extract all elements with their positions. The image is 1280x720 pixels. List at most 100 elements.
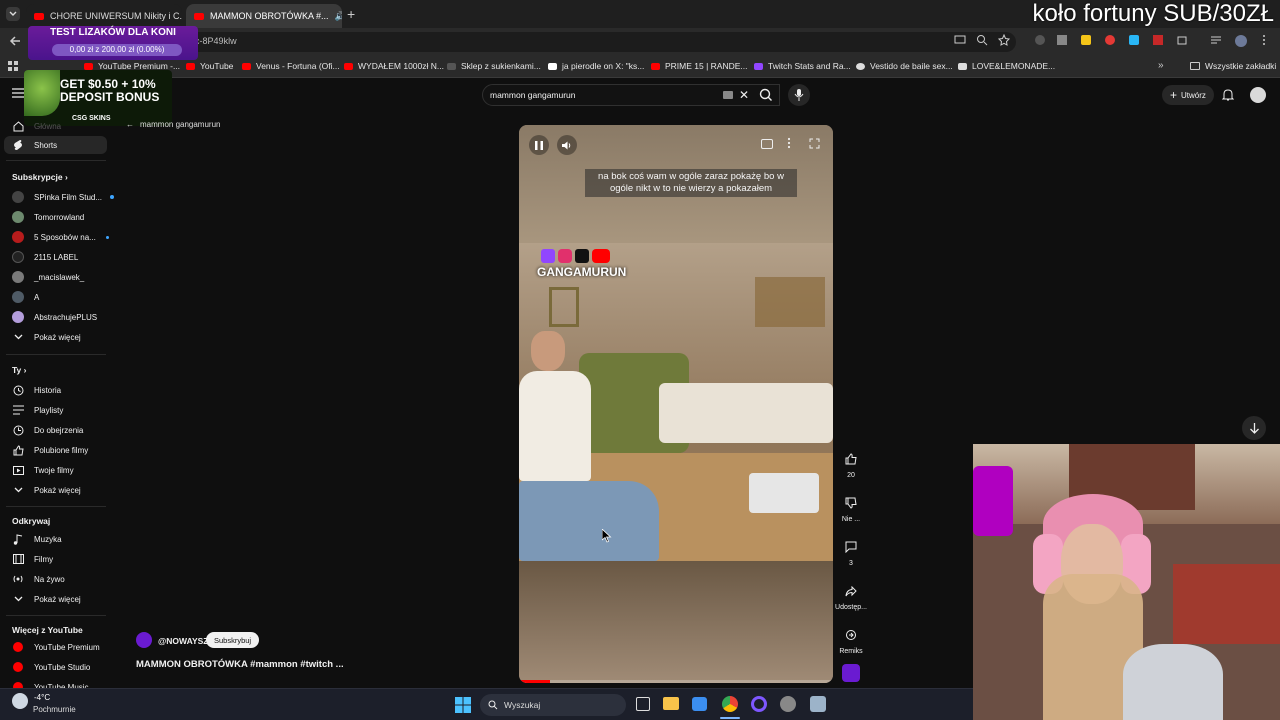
bookmark-item[interactable]: Twitch Stats and Ra... (754, 61, 851, 71)
zoom-icon[interactable] (976, 34, 992, 50)
next-video-button[interactable] (1242, 416, 1266, 440)
sidebar-show-more-explore[interactable]: Pokaż więcej (12, 590, 81, 608)
sidebar-item-subscription[interactable]: Tomorrowland (12, 208, 84, 226)
voice-search-icon[interactable] (788, 84, 810, 106)
obs-icon[interactable] (751, 696, 767, 712)
search-button[interactable] (752, 84, 782, 106)
sidebar-item-playlists[interactable]: Playlisty (12, 401, 63, 419)
more-options-icon[interactable] (787, 137, 791, 149)
subscribe-button[interactable]: Subskrybuj (206, 632, 260, 648)
menu-kebab-icon[interactable] (1258, 34, 1274, 50)
keyboard-icon[interactable] (723, 91, 733, 99)
subscriptions-heading[interactable]: Subskrypcje › (12, 172, 68, 182)
bookmark-star-icon[interactable] (998, 34, 1014, 50)
extension-icon[interactable] (1152, 34, 1168, 50)
clear-search-icon[interactable]: ✕ (739, 88, 749, 102)
weather-cloud-icon[interactable] (12, 693, 28, 709)
reading-list-icon[interactable] (1210, 34, 1226, 50)
bookmark-item[interactable]: Venus - Fortuna (Ofi... (242, 61, 340, 71)
share-button[interactable]: Udostęp... (835, 578, 867, 611)
sidebar-show-more-subscriptions[interactable]: Pokaż więcej (12, 328, 81, 346)
dislike-button[interactable]: Nie ... (838, 490, 864, 523)
bookmark-item[interactable]: YouTube (186, 61, 233, 71)
bookmark-item[interactable]: WYDAŁEM 1000zł N... (344, 61, 444, 71)
bookmark-item[interactable]: ja pierodle on X: "ks... (548, 61, 644, 71)
volume-button[interactable] (557, 135, 577, 155)
sidebar-item-subscription[interactable]: SPinka Film Stud... (12, 188, 115, 206)
tab-mammon-obrotowka[interactable]: MAMMON OBROTÓWKA #... 🔊 ✕ (186, 4, 342, 28)
notifications-bell-icon[interactable] (1222, 88, 1234, 102)
file-explorer-icon[interactable] (663, 697, 679, 710)
apps-grid-icon[interactable] (8, 61, 18, 71)
sidebar-item-youtube-studio[interactable]: YouTube Studio (12, 658, 90, 676)
tab-chore-uniwersum[interactable]: CHORE UNIWERSUM Nikity i C... ✕ (26, 4, 182, 28)
speaker-icon[interactable]: 🔊 (335, 11, 342, 22)
weather-temperature[interactable]: -4°C (34, 693, 50, 702)
back-icon[interactable] (8, 34, 24, 50)
taskbar-search-placeholder: Wyszukaj (504, 700, 541, 710)
new-tab-icon[interactable]: + (347, 6, 355, 22)
more-bookmarks-icon[interactable]: » (1158, 60, 1164, 71)
home-icon (12, 120, 24, 132)
fullscreen-icon[interactable] (809, 138, 820, 149)
hamburger-menu-icon[interactable] (12, 88, 24, 98)
extension-icon[interactable] (1128, 34, 1144, 50)
extension-icon[interactable] (1080, 34, 1096, 50)
extension-icon[interactable] (1104, 34, 1120, 50)
extension-icon[interactable] (1056, 34, 1072, 50)
bookmark-label: WYDAŁEM 1000zł N... (358, 61, 444, 71)
sidebar-item-films[interactable]: Filmy (12, 550, 53, 568)
comments-button[interactable]: 3 (838, 534, 864, 567)
sidebar-item-subscription[interactable]: A (12, 288, 39, 306)
extension-icon[interactable] (1034, 34, 1050, 50)
sidebar-item-music[interactable]: Muzyka (12, 530, 62, 548)
you-heading[interactable]: Ty › (12, 365, 27, 375)
windows-start-icon[interactable] (455, 697, 471, 713)
sidebar-item-liked[interactable]: Polubione filmy (12, 441, 88, 459)
channel-handle[interactable]: @NOWAYSZ (158, 636, 208, 646)
extensions-puzzle-icon[interactable] (1176, 34, 1192, 50)
create-button[interactable]: + Utwórz (1162, 85, 1214, 105)
sound-thumbnail[interactable] (842, 664, 860, 682)
short-video-player[interactable]: GANGAMURUN na bok coś wam w ogóle zaraz … (519, 125, 833, 683)
bookmark-item[interactable]: Vestido de baile sex... (856, 61, 953, 71)
all-bookmarks-folder[interactable]: Wszystkie zakładki (1190, 61, 1276, 71)
search-input[interactable]: mammon gangamurun ✕ (482, 84, 780, 106)
sidebar-item-subscription[interactable]: AbstrachujePLUS (12, 308, 97, 326)
steam-icon[interactable] (780, 696, 796, 712)
tab-search-icon[interactable] (6, 7, 20, 21)
back-to-search[interactable]: ← mammon gangamurun (126, 120, 220, 129)
sidebar-item-watch-later[interactable]: Do obejrzenia (12, 421, 83, 439)
video-progress-track[interactable] (519, 680, 833, 683)
remix-button[interactable]: Remiks (838, 622, 864, 655)
profile-avatar[interactable] (1234, 34, 1250, 50)
sidebar-item-shorts[interactable]: Shorts (12, 136, 57, 154)
channel-avatar[interactable] (136, 632, 152, 648)
sidebar-item-youtube-premium[interactable]: YouTube Premium (12, 638, 100, 656)
sidebar-item-subscription[interactable]: _macislawek_ (12, 268, 84, 286)
bookmark-item[interactable]: LOVE&LEMONADE... (958, 61, 1055, 71)
store-icon[interactable] (692, 697, 707, 711)
taskbar-search-input[interactable]: Wyszukaj (480, 694, 626, 716)
account-avatar[interactable] (1250, 87, 1266, 103)
sidebar-item-subscription[interactable]: 2115 LABEL (12, 248, 78, 266)
sidebar-item-subscription[interactable]: 5 Sposobów na... (12, 228, 109, 246)
like-button[interactable]: 20 (838, 446, 864, 479)
captions-icon[interactable] (761, 139, 773, 149)
weather-description[interactable]: Pochmurnie (33, 705, 76, 714)
pause-button[interactable] (529, 135, 549, 155)
sidebar-item-your-videos[interactable]: Twoje filmy (12, 461, 74, 479)
short-title[interactable]: MAMMON OBROTÓWKA #mammon #twitch ... (136, 659, 344, 670)
address-bar[interactable]: youtube.com/shorts/d_c-8P49klw (76, 32, 1016, 52)
volume-icon (561, 141, 570, 149)
bookmark-item[interactable]: PRIME 15 | RANDE... (651, 61, 748, 71)
task-view-icon[interactable] (636, 697, 650, 711)
settings-gear-icon[interactable] (810, 696, 826, 712)
sidebar-item-history[interactable]: Historia (12, 381, 61, 399)
chrome-icon[interactable] (722, 696, 738, 712)
bookmark-item[interactable]: Sklep z sukienkami... (447, 61, 541, 71)
sidebar-item-live[interactable]: Na żywo (12, 570, 65, 588)
sidebar-show-more-you[interactable]: Pokaż więcej (12, 481, 81, 499)
sidebar-item-home[interactable]: Główna (12, 117, 61, 135)
install-app-icon[interactable] (954, 34, 970, 50)
